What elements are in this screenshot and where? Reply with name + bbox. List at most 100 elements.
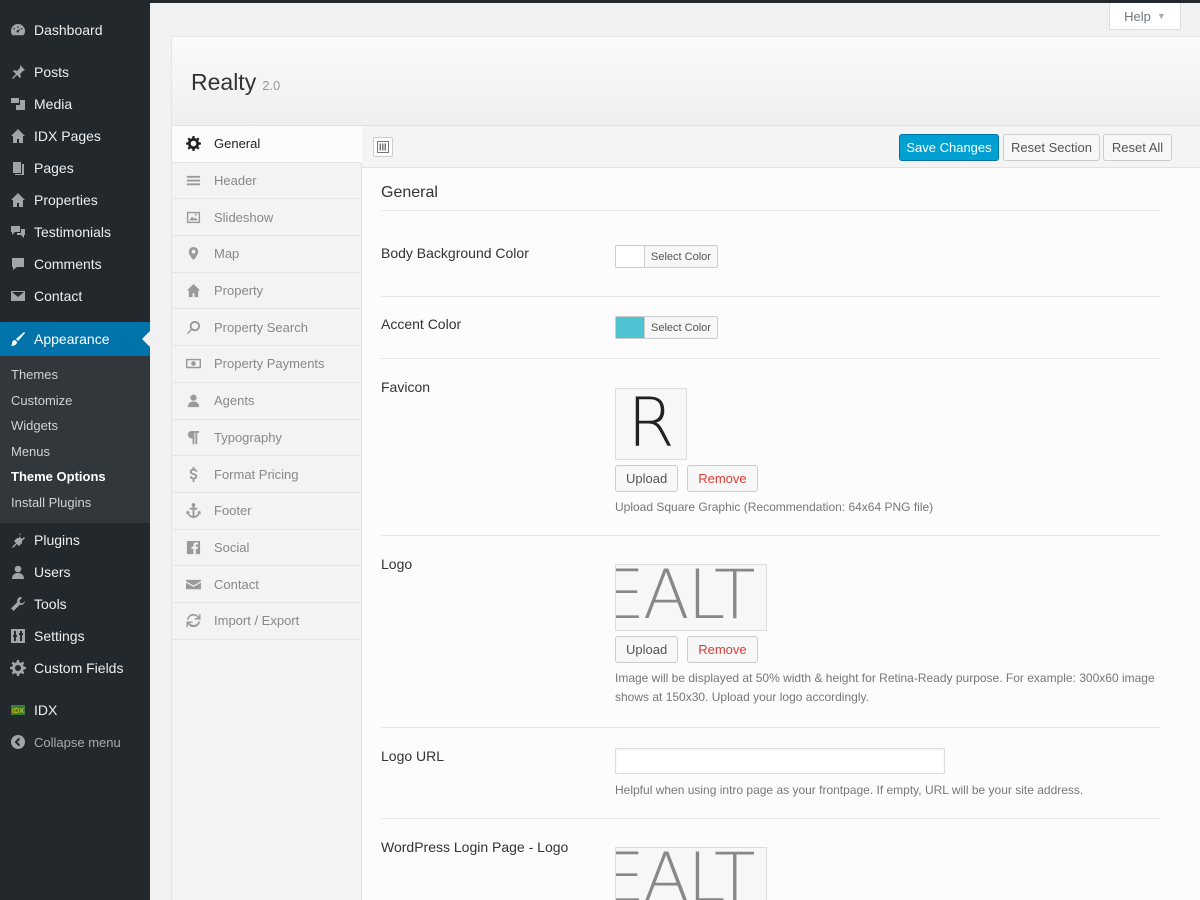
accent-label: Accent Color xyxy=(381,316,462,332)
comment-icon xyxy=(9,255,27,273)
section-tabs: General Header Slideshow Map Property Pr… xyxy=(172,126,362,900)
menu-media[interactable]: Media xyxy=(0,88,150,120)
admin-top-strip xyxy=(0,0,1200,3)
menu-users[interactable]: Users xyxy=(0,556,150,588)
tab-footer[interactable]: Footer xyxy=(172,493,361,530)
logo-remove-button[interactable]: Remove xyxy=(687,636,758,663)
home-icon xyxy=(9,191,27,209)
submenu-customize[interactable]: Customize xyxy=(0,388,150,414)
dollar-icon xyxy=(185,466,201,482)
anchor-icon xyxy=(185,503,201,519)
favicon-upload-button[interactable]: Upload xyxy=(615,465,679,492)
menu-tools-label: Tools xyxy=(34,596,67,612)
tab-import-export[interactable]: Import / Export xyxy=(172,603,361,640)
logo-url-input[interactable] xyxy=(615,748,945,774)
menu-plugins[interactable]: Plugins xyxy=(0,524,150,556)
menu-settings-label: Settings xyxy=(34,628,85,644)
dashboard-icon xyxy=(9,21,27,39)
theme-options-panel: Realty 2.0 General Header Slideshow Map P… xyxy=(171,36,1200,900)
tab-property-search-label: Property Search xyxy=(214,319,308,335)
login-logo-preview-text: EALT xyxy=(615,847,756,900)
logo-upload-button[interactable]: Upload xyxy=(615,636,679,663)
mail-icon xyxy=(9,287,27,305)
user-icon xyxy=(185,393,201,409)
menu-dashboard[interactable]: Dashboard xyxy=(0,14,150,46)
options-content: General Body Background Color Select Col… xyxy=(362,168,1200,900)
refresh-icon xyxy=(185,613,201,629)
favicon-label: Favicon xyxy=(381,379,431,395)
menu-idx[interactable]: iDX IDX xyxy=(0,694,150,726)
tab-social[interactable]: Social xyxy=(172,530,361,567)
menu-settings[interactable]: Settings xyxy=(0,620,150,652)
menu-custom-fields[interactable]: Custom Fields xyxy=(0,652,150,684)
menu-custom-fields-label: Custom Fields xyxy=(34,660,124,676)
gear-icon xyxy=(9,659,27,677)
body-bg-color-picker[interactable]: Select Color xyxy=(615,245,718,268)
home-icon xyxy=(9,127,27,145)
tab-contact-label: Contact xyxy=(214,576,259,592)
facebook-icon xyxy=(185,539,201,555)
submenu-themes[interactable]: Themes xyxy=(0,362,150,388)
tab-header[interactable]: Header xyxy=(172,163,361,200)
login-logo-preview: EALT xyxy=(615,847,767,900)
reset-all-button[interactable]: Reset All xyxy=(1103,134,1172,161)
tab-agents[interactable]: Agents xyxy=(172,383,361,420)
tab-format-pricing[interactable]: Format Pricing xyxy=(172,456,361,493)
menu-comments[interactable]: Comments xyxy=(0,248,150,280)
menu-contact[interactable]: Contact xyxy=(0,280,150,312)
row-logo: Logo EALT Upload Remove Image will be di… xyxy=(381,536,1161,728)
menu-properties[interactable]: Properties xyxy=(0,184,150,216)
tab-slideshow[interactable]: Slideshow xyxy=(172,199,361,237)
action-bar: Save Changes Reset Section Reset All xyxy=(362,126,1200,168)
money-icon xyxy=(185,356,201,372)
row-body-background: Body Background Color Select Color xyxy=(381,211,1161,297)
menu-tools[interactable]: Tools xyxy=(0,588,150,620)
admin-sidebar: Dashboard Posts Media IDX Pages Pages Pr… xyxy=(0,0,150,900)
favicon-description: Upload Square Graphic (Recommendation: 6… xyxy=(615,500,934,514)
tab-general[interactable]: General xyxy=(172,126,362,163)
menu-dashboard-label: Dashboard xyxy=(34,22,103,38)
logo-description: Image will be displayed at 50% width & h… xyxy=(615,671,1155,704)
menu-idx-pages[interactable]: IDX Pages xyxy=(0,120,150,152)
tab-typography[interactable]: Typography xyxy=(172,420,361,457)
body-bg-swatch xyxy=(616,246,645,267)
menu-posts[interactable]: Posts xyxy=(0,56,150,88)
submenu-theme-options[interactable]: Theme Options xyxy=(0,464,150,490)
collapse-icon xyxy=(9,733,27,751)
favicon-remove-button[interactable]: Remove xyxy=(687,465,758,492)
submenu-widgets[interactable]: Widgets xyxy=(0,413,150,439)
svg-text:iDX: iDX xyxy=(12,707,24,715)
menu-testimonials[interactable]: Testimonials xyxy=(0,216,150,248)
menu-appearance-label: Appearance xyxy=(34,331,110,347)
gear-icon xyxy=(185,136,201,152)
tab-format-pricing-label: Format Pricing xyxy=(214,466,299,482)
collapse-menu[interactable]: Collapse menu xyxy=(0,726,150,758)
tab-property[interactable]: Property xyxy=(172,273,361,310)
tab-map[interactable]: Map xyxy=(172,236,361,273)
tab-contact[interactable]: Contact xyxy=(172,566,361,603)
save-changes-button[interactable]: Save Changes xyxy=(899,134,999,161)
reset-section-button[interactable]: Reset Section xyxy=(1003,134,1100,161)
tab-footer-label: Footer xyxy=(214,503,252,519)
help-tab[interactable]: Help ▼ xyxy=(1109,3,1181,30)
submenu-install-plugins[interactable]: Install Plugins xyxy=(0,490,150,516)
login-logo-label: WordPress Login Page - Logo xyxy=(381,839,569,855)
envelope-icon xyxy=(185,576,201,592)
map-marker-icon xyxy=(185,246,201,262)
accent-color-picker[interactable]: Select Color xyxy=(615,316,718,339)
tab-property-search[interactable]: Property Search xyxy=(172,309,361,347)
row-accent-color: Accent Color Select Color xyxy=(381,297,1161,359)
submenu-menus[interactable]: Menus xyxy=(0,439,150,465)
expand-options-button[interactable] xyxy=(373,137,393,157)
section-title: General xyxy=(381,168,1161,211)
testimonial-icon xyxy=(9,223,27,241)
home-icon xyxy=(185,283,201,299)
favicon-preview: R xyxy=(615,388,687,460)
tab-slideshow-label: Slideshow xyxy=(214,209,274,225)
tab-property-payments[interactable]: Property Payments xyxy=(172,346,361,383)
plugin-icon xyxy=(9,531,27,549)
pin-icon xyxy=(9,63,27,81)
menu-pages[interactable]: Pages xyxy=(0,152,150,184)
menu-appearance[interactable]: Appearance xyxy=(0,322,150,356)
media-icon xyxy=(9,95,27,113)
